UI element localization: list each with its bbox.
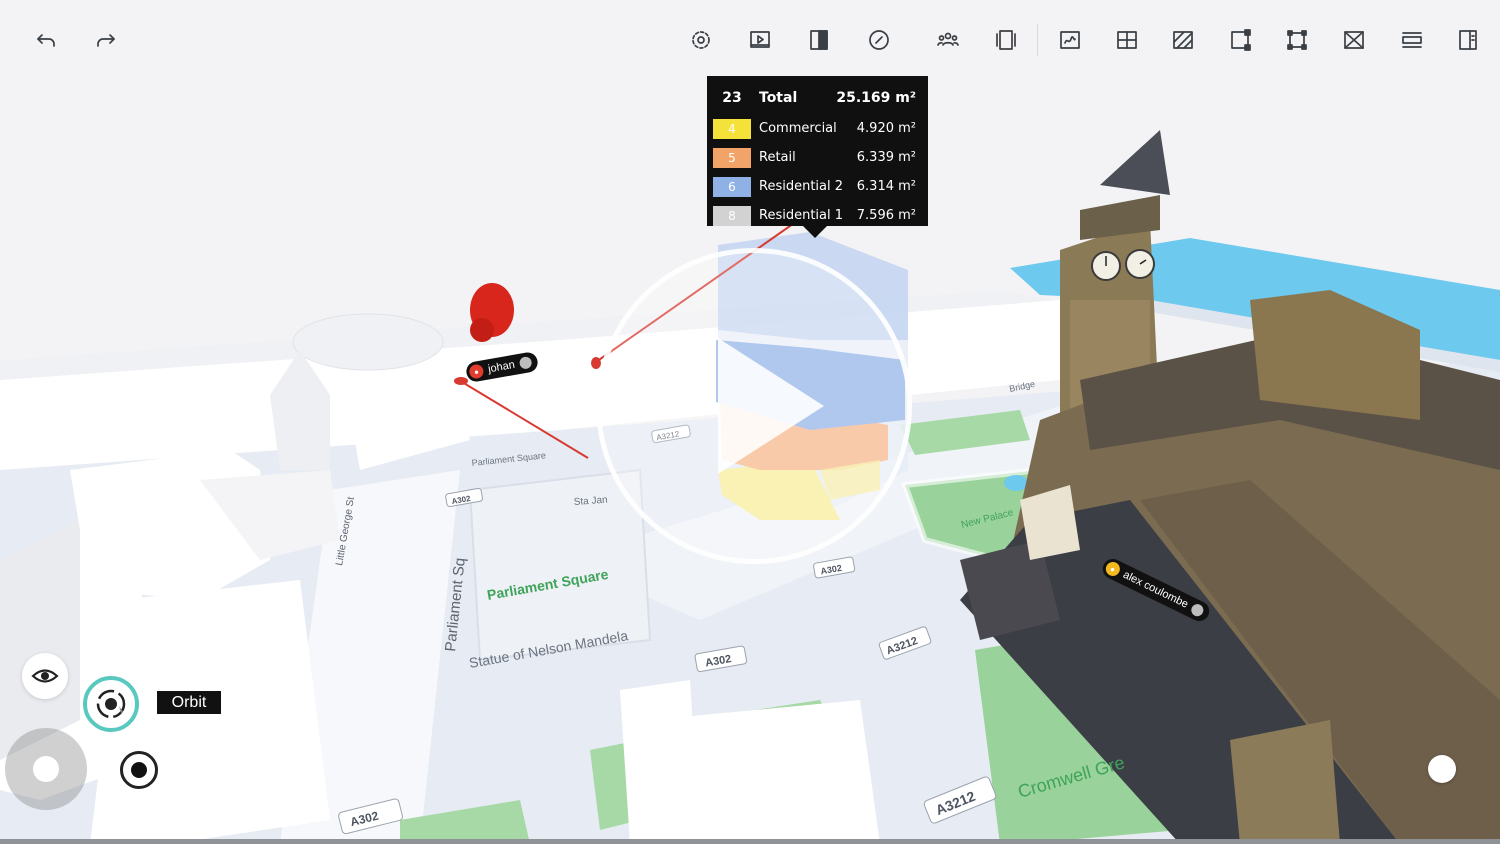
stats-row-value: 7.596 — [856, 208, 894, 223]
frame-icon — [996, 30, 1016, 50]
stats-row-commercial: 4 Commercial 4.920 m² — [713, 114, 920, 143]
grid-icon — [1117, 31, 1137, 49]
section-icon — [1402, 32, 1422, 48]
user-name: johan — [487, 358, 516, 376]
follow-eye-icon[interactable] — [1189, 602, 1206, 619]
grid-button[interactable] — [1109, 22, 1145, 58]
draw-icon — [1060, 31, 1080, 49]
stats-row-unit: m² — [898, 121, 916, 136]
eye-icon — [31, 669, 59, 683]
stats-row-retail: 5 Retail 6.339 m² — [713, 143, 920, 172]
follow-eye-icon[interactable] — [518, 355, 533, 370]
stats-row-label: Residential 1 — [759, 208, 844, 223]
stats-row-value: 6.314 — [856, 179, 894, 194]
compass-icon — [869, 30, 889, 50]
stats-row-label: Commercial — [759, 121, 837, 136]
draw-button[interactable] — [1052, 22, 1088, 58]
orbit-mode-label: Orbit — [157, 691, 221, 714]
stats-row-label: Residential 2 — [759, 179, 844, 194]
top-toolbar — [0, 0, 1500, 80]
stats-total-row: 23 Total 25.169 m² — [713, 82, 920, 114]
select-area-icon — [1287, 30, 1307, 50]
record-button[interactable] — [120, 751, 158, 789]
people-icon — [937, 32, 959, 46]
toolbar-divider — [1037, 24, 1038, 56]
remove-box-icon — [1344, 31, 1364, 49]
hatch-icon — [1173, 31, 1193, 49]
stats-total-label: Total — [759, 90, 798, 106]
remove-button[interactable] — [1336, 22, 1372, 58]
stats-total-unit: m² — [895, 90, 916, 106]
orbit-mode-button[interactable] — [83, 676, 139, 732]
joystick-pad[interactable] — [5, 728, 87, 810]
split-view-icon — [810, 30, 828, 50]
visibility-toggle-button[interactable] — [22, 653, 68, 699]
record-icon — [131, 762, 147, 778]
video-play-button[interactable] — [596, 248, 912, 564]
panel-button[interactable] — [1450, 22, 1486, 58]
joystick-knob[interactable] — [33, 756, 59, 782]
bottom-divider — [0, 839, 1500, 844]
redo-icon — [97, 34, 115, 47]
redo-button[interactable] — [88, 22, 124, 58]
side-panel-icon — [1459, 30, 1477, 50]
stats-row-count: 5 — [713, 147, 751, 168]
stats-row-value: 6.339 — [856, 150, 894, 165]
edit-shape-button[interactable] — [1223, 22, 1259, 58]
play-icon — [718, 338, 824, 474]
orbit-icon — [96, 689, 126, 719]
undo-icon — [37, 34, 55, 47]
stats-row-unit: m² — [898, 208, 916, 223]
stats-row-count: 4 — [713, 118, 751, 139]
collaborators-button[interactable] — [930, 22, 966, 58]
edit-shape-icon — [1231, 29, 1251, 51]
stats-row-count: 6 — [713, 176, 751, 197]
stats-row-value: 4.920 — [856, 121, 894, 136]
stats-row-residential-1: 8 Residential 1 7.596 m² — [713, 201, 920, 230]
right-joystick-knob[interactable] — [1428, 755, 1456, 783]
stats-total-count: 23 — [722, 90, 742, 106]
play-screen-icon — [750, 31, 770, 48]
section-button[interactable] — [1394, 22, 1430, 58]
stats-row-label: Retail — [759, 150, 796, 165]
frame-button[interactable] — [988, 22, 1024, 58]
user-avatar-icon: ● — [468, 363, 485, 380]
compass-button[interactable] — [861, 22, 897, 58]
undo-button[interactable] — [28, 22, 64, 58]
stats-row-unit: m² — [898, 179, 916, 194]
settings-button[interactable] — [683, 22, 719, 58]
user-avatar-icon: ● — [1103, 559, 1123, 579]
area-stats-panel: 23 Total 25.169 m² 4 Commercial 4.920 m²… — [707, 76, 928, 238]
stats-row-unit: m² — [898, 150, 916, 165]
presentation-button[interactable] — [742, 22, 778, 58]
select-area-button[interactable] — [1279, 22, 1315, 58]
hatch-button[interactable] — [1165, 22, 1201, 58]
stats-row-residential-2: 6 Residential 2 6.314 m² — [713, 172, 920, 201]
stats-row-count: 8 — [713, 205, 751, 226]
stats-total-value: 25.169 — [836, 90, 891, 106]
split-view-button[interactable] — [801, 22, 837, 58]
gear-icon — [692, 31, 710, 49]
